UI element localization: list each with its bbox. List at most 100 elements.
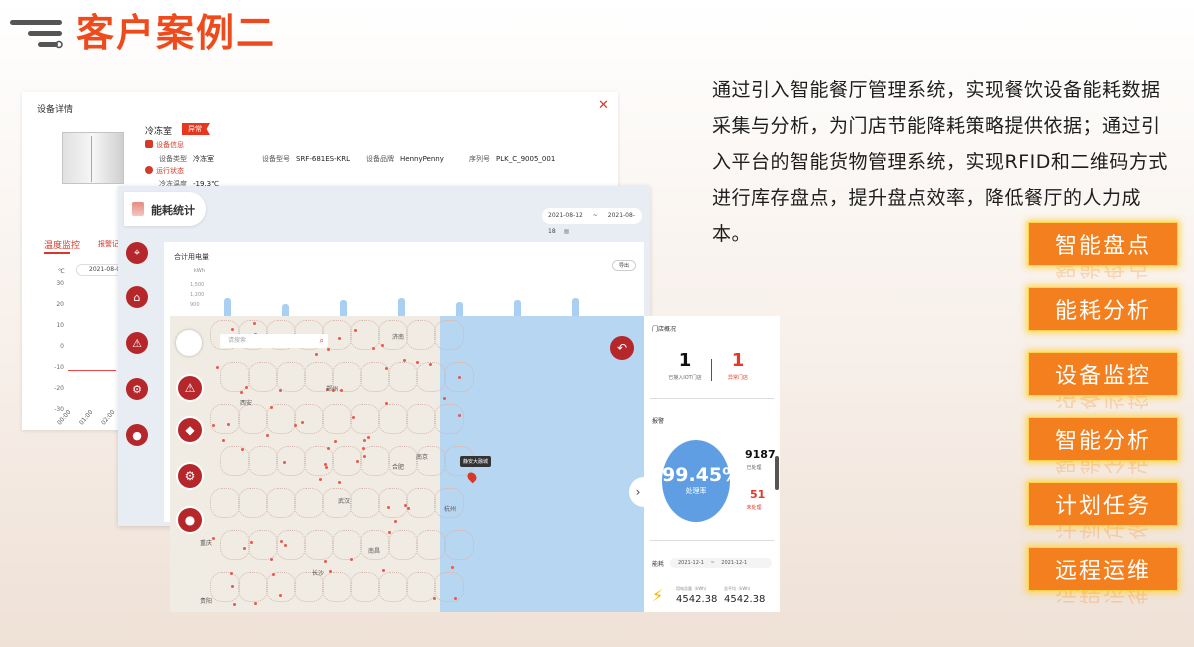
store-icon: [132, 202, 144, 216]
alarm-title: 报警: [652, 418, 665, 425]
province-outline: [276, 530, 306, 560]
freezer-image: [62, 132, 124, 184]
store-dot: [372, 346, 376, 350]
section-run-status: 运行状态: [145, 166, 184, 176]
store-dot: [387, 505, 391, 509]
province-outline: [294, 404, 324, 434]
energy-date-range[interactable]: 2021-12-1 ~ 2021-12-1: [670, 558, 772, 568]
province-outline: [266, 572, 296, 602]
province-outline: [406, 320, 436, 350]
store-dot: [233, 603, 237, 607]
province-outline: [210, 404, 240, 434]
store-dot: [328, 569, 332, 573]
province-outline: [350, 404, 380, 434]
feature-monitor-button[interactable]: 设备监控: [1028, 352, 1178, 396]
store-dot: [242, 547, 246, 551]
card-title: 合计用电量: [174, 253, 209, 261]
province-outline: [220, 530, 250, 560]
store-dot: [240, 391, 244, 395]
rate-label: 处理率: [685, 487, 707, 495]
map-settings-icon[interactable]: ⚙: [178, 464, 202, 488]
nav-settings-icon[interactable]: ⚙: [126, 378, 148, 400]
y-tick: 10: [56, 322, 64, 329]
electricity-bar: [398, 298, 405, 316]
province-outline: [238, 404, 268, 434]
store-dot: [216, 365, 220, 369]
nav-alarm-icon[interactable]: ⚠: [126, 332, 148, 354]
city-label: 合肥: [392, 464, 405, 471]
electricity-bar: [514, 300, 521, 316]
province-outline: [248, 362, 278, 392]
y-tick: 1,500: [190, 282, 205, 288]
energy-avg-value: 4542.38: [724, 594, 766, 605]
handled-count: 9187: [745, 448, 776, 461]
province-outline: [378, 404, 408, 434]
feature-inventory-button[interactable]: 智能盘点: [1028, 222, 1178, 266]
province-outline: [434, 320, 464, 350]
iot-store-count: 1: [678, 350, 692, 371]
province-outline: [332, 530, 362, 560]
store-dot: [334, 439, 338, 443]
feature-reflection: 计划任务: [1054, 526, 1151, 539]
nav-user-icon[interactable]: ●: [126, 424, 148, 446]
feature-reflection: 智能盘点: [1054, 266, 1151, 279]
store-dot: [222, 439, 226, 443]
back-icon[interactable]: ↶: [610, 336, 634, 360]
feature-remote-button[interactable]: 远程运维: [1028, 547, 1178, 591]
store-dot: [380, 343, 384, 347]
abnormal-store-count: 1: [731, 350, 745, 371]
page-title: 客户案例二: [76, 11, 277, 55]
city-label: 西安: [240, 400, 253, 407]
map-search-input[interactable]: 请搜索 ⌕: [220, 334, 328, 348]
search-icon[interactable]: ⌕: [320, 334, 324, 348]
calendar-icon: ▦: [563, 228, 570, 235]
scrollbar[interactable]: [775, 456, 779, 490]
energy-total-label: 用电总量（kWh）: [676, 586, 709, 591]
field-device-type: 设备类型 冷冻室: [159, 155, 214, 163]
province-outline: [322, 572, 352, 602]
province-outline: [406, 572, 436, 602]
province-outline: [322, 404, 352, 434]
province-outline: [304, 446, 334, 476]
window-title: 设备详情: [37, 105, 74, 115]
status-icon: [145, 166, 153, 174]
lightning-icon: ⚡: [652, 586, 664, 605]
y-tick: 0: [60, 343, 64, 350]
province-outline: [350, 488, 380, 518]
tab-underline: [44, 252, 70, 254]
province-outline: [416, 530, 446, 560]
province-outline: [220, 446, 250, 476]
map-window[interactable]: 济南 郑州 西安 合肥 南京 武汉 杭州 长沙 南昌 重庆 贵阳 请搜索 ⌕ ⚠…: [170, 316, 646, 612]
map-alarm-icon[interactable]: ⚠: [178, 376, 202, 400]
feature-plan-button[interactable]: 计划任务: [1028, 482, 1178, 526]
y-tick: 30: [56, 280, 64, 287]
energy-title: 能耗: [652, 561, 665, 568]
energy-title: 能耗统计: [151, 204, 195, 217]
map-user-icon[interactable]: ●: [178, 508, 202, 532]
nav-store-icon[interactable]: ⌂: [126, 286, 148, 308]
date-range-picker[interactable]: 2021-08-12 ~ 2021-08-18 ▦: [542, 208, 642, 235]
province-outline: [434, 488, 464, 518]
store-dot: [278, 389, 282, 393]
field-device-model: 设备型号 SRF-681ES-KRL: [262, 155, 350, 163]
field-serial-number: 序列号 PLK_C_9005_001: [469, 155, 556, 163]
province-outline: [360, 446, 390, 476]
export-button[interactable]: 导出: [612, 260, 637, 271]
feature-energy-button[interactable]: 能耗分析: [1028, 287, 1178, 331]
city-label: 武汉: [338, 498, 351, 505]
nav-location-icon[interactable]: ⌖: [126, 242, 148, 264]
store-dot: [265, 433, 269, 437]
map-drop-icon[interactable]: ◆: [178, 418, 202, 442]
store-dot: [319, 478, 322, 482]
stat-divider: [711, 359, 712, 381]
feature-analysis-button[interactable]: 智能分析: [1028, 417, 1178, 461]
x-tick: 02:00: [100, 408, 117, 427]
province-outline: [248, 530, 278, 560]
province-outline: [416, 362, 446, 392]
tab-temperature[interactable]: 温度监控 报警记录: [44, 238, 126, 251]
store-dot: [381, 568, 385, 572]
store-dot: [339, 388, 343, 392]
close-icon[interactable]: ✕: [598, 98, 609, 113]
store-dot: [314, 352, 318, 356]
rate-value: 99.45%: [662, 464, 742, 486]
